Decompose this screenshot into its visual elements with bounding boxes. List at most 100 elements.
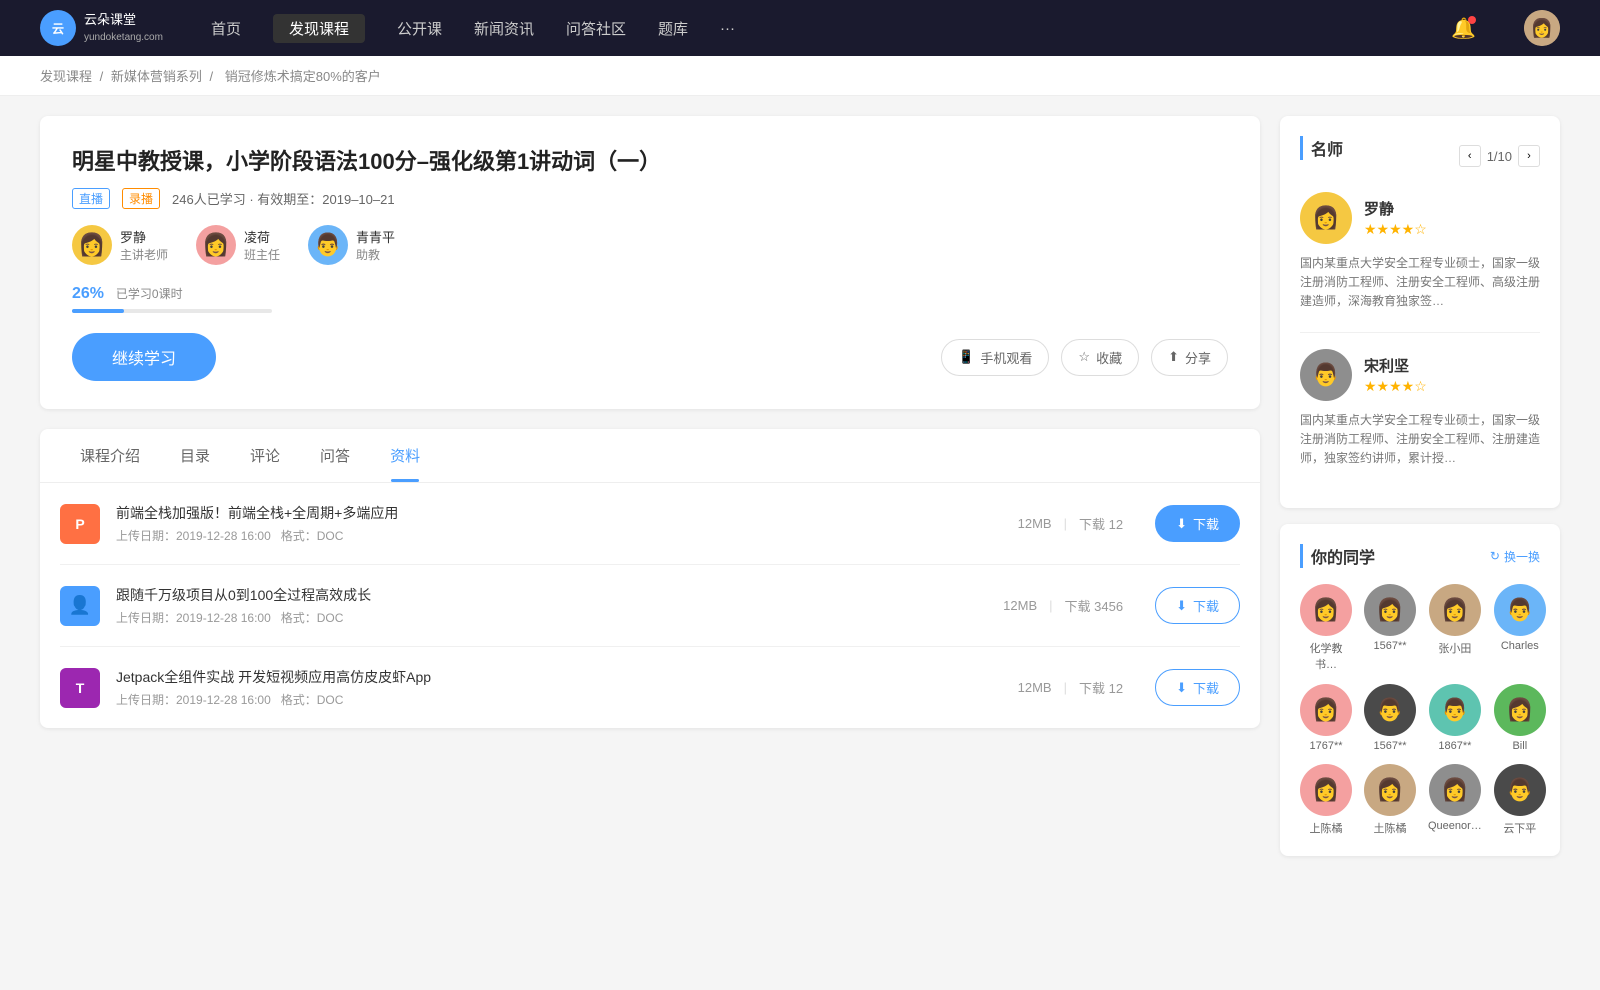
refresh-students-button[interactable]: ↻ 换一换 bbox=[1490, 548, 1540, 565]
student-avatar-2: 👩 bbox=[1364, 584, 1416, 636]
resource-name-1: 前端全栈加强版！前端全栈+全周期+多端应用 bbox=[116, 503, 1002, 523]
student-name-12: 云下平 bbox=[1503, 820, 1536, 836]
resource-meta-3: 上传日期：2019-12-28 16:00 格式：DOC bbox=[116, 691, 1002, 708]
navbar: 云 云朵课堂yundoketang.com 首页 发现课程 公开课 新闻资讯 问… bbox=[0, 0, 1600, 56]
notification-bell[interactable]: 🔔 bbox=[1451, 16, 1476, 41]
teacher-role-3: 助教 bbox=[356, 246, 395, 263]
teacher-2: 👩 凌荷 班主任 bbox=[196, 225, 280, 265]
tab-intro[interactable]: 课程介绍 bbox=[60, 429, 160, 482]
teacher-page: 1/10 bbox=[1487, 149, 1512, 164]
download-button-1[interactable]: ⬇ 下载 bbox=[1155, 505, 1240, 542]
student-avatar-8: 👩 bbox=[1494, 684, 1546, 736]
sidebar-teacher-name-1: 罗静 bbox=[1364, 198, 1427, 219]
students-header: 你的同学 ↻ 换一换 bbox=[1300, 544, 1540, 568]
resource-item-3: T Jetpack全组件实战 开发短视频应用高仿皮皮虾App 上传日期：2019… bbox=[60, 647, 1240, 728]
next-teacher-button[interactable]: › bbox=[1518, 145, 1540, 167]
logo[interactable]: 云 云朵课堂yundoketang.com bbox=[40, 10, 163, 46]
teacher-name-3: 青青平 bbox=[356, 227, 395, 246]
download-icon-2: ⬇ bbox=[1176, 598, 1187, 614]
student-avatar-3: 👩 bbox=[1429, 584, 1481, 636]
share-button[interactable]: ⬆ 分享 bbox=[1151, 339, 1228, 376]
user-avatar[interactable]: 👩 bbox=[1524, 10, 1560, 46]
sidebar-teacher-1: 👩 罗静 ★★★★☆ 国内某重点大学安全工程专业硕士，国家一级注册消防工程师、注… bbox=[1300, 192, 1540, 312]
nav-news[interactable]: 新闻资讯 bbox=[474, 14, 534, 43]
student-avatar-10: 👩 bbox=[1364, 764, 1416, 816]
student-item-11: 👩 Queenor… bbox=[1428, 764, 1482, 836]
teachers: 👩 罗静 主讲老师 👩 凌荷 班主任 bbox=[72, 225, 1228, 265]
mobile-view-button[interactable]: 📱 手机观看 bbox=[941, 339, 1049, 376]
students-grid-wrapper: 👩 化学教书… 👩 1567** 👩 张小田 👨 Charles bbox=[1300, 584, 1540, 836]
sidebar-teacher-avatar-2: 👨 bbox=[1300, 349, 1352, 401]
resource-item: P 前端全栈加强版！前端全栈+全周期+多端应用 上传日期：2019-12-28 … bbox=[60, 483, 1240, 565]
sidebar-teacher-stars-2: ★★★★☆ bbox=[1364, 378, 1427, 395]
student-name-3: 张小田 bbox=[1438, 640, 1471, 656]
resource-stats-3: 12MB | 下载 12 bbox=[1018, 678, 1123, 697]
tab-catalog[interactable]: 目录 bbox=[160, 429, 230, 482]
student-item-6: 👨 1567** bbox=[1364, 684, 1416, 752]
students-sidebar-card: 你的同学 ↻ 换一换 👩 化学教书… 👩 1567** bbox=[1280, 524, 1560, 856]
continue-button[interactable]: 继续学习 bbox=[72, 333, 216, 381]
teacher-avatar-1: 👩 bbox=[72, 225, 112, 265]
tab-resource[interactable]: 资料 bbox=[370, 429, 440, 482]
download-label-3: 下载 bbox=[1193, 678, 1219, 697]
resource-meta-1: 上传日期：2019-12-28 16:00 格式：DOC bbox=[116, 527, 1002, 544]
resource-name-3: Jetpack全组件实战 开发短视频应用高仿皮皮虾App bbox=[116, 667, 1002, 687]
download-icon-3: ⬇ bbox=[1176, 680, 1187, 696]
sidebar-teacher-2: 👨 宋利坚 ★★★★☆ 国内某重点大学安全工程专业硕士，国家一级注册消防工程师、… bbox=[1300, 349, 1540, 469]
badge-live: 直播 bbox=[72, 188, 110, 209]
student-item-10: 👩 土陈橘 bbox=[1364, 764, 1416, 836]
student-name-9: 上陈橘 bbox=[1310, 820, 1343, 836]
download-button-3[interactable]: ⬇ 下载 bbox=[1155, 669, 1240, 706]
teacher-name-2: 凌荷 bbox=[244, 227, 280, 246]
prev-teacher-button[interactable]: ‹ bbox=[1459, 145, 1481, 167]
breadcrumb-current: 销冠修炼术搞定80%的客户 bbox=[225, 69, 381, 84]
tabs-header: 课程介绍 目录 评论 问答 资料 bbox=[40, 429, 1260, 483]
download-button-2[interactable]: ⬇ 下载 bbox=[1155, 587, 1240, 624]
collect-label: 收藏 bbox=[1096, 348, 1122, 367]
course-meta: 直播 录播 246人已学习 · 有效期至：2019–10–21 bbox=[72, 188, 1228, 209]
logo-icon: 云 bbox=[40, 10, 76, 46]
student-avatar-6: 👨 bbox=[1364, 684, 1416, 736]
sidebar-teacher-stars-1: ★★★★☆ bbox=[1364, 221, 1427, 238]
course-stats: 246人已学习 · 有效期至：2019–10–21 bbox=[172, 189, 395, 208]
teacher-role-2: 班主任 bbox=[244, 246, 280, 263]
student-item-9: 👩 上陈橘 bbox=[1300, 764, 1352, 836]
breadcrumb: 发现课程 / 新媒体营销系列 / 销冠修炼术搞定80%的客户 bbox=[0, 56, 1600, 96]
progress-section: 26% 已学习0课时 bbox=[72, 285, 1228, 313]
student-item-3: 👩 张小田 bbox=[1428, 584, 1482, 672]
teacher-name-1: 罗静 bbox=[120, 227, 168, 246]
sidebar: 名师 ‹ 1/10 › 👩 罗静 ★★★★☆ bbox=[1280, 116, 1560, 872]
student-name-1: 化学教书… bbox=[1300, 640, 1352, 672]
nav-more[interactable]: ··· bbox=[720, 16, 735, 41]
student-name-4: Charles bbox=[1501, 640, 1539, 652]
student-name-7: 1867** bbox=[1438, 740, 1471, 752]
sidebar-teacher-name-2: 宋利坚 bbox=[1364, 355, 1427, 376]
breadcrumb-discover[interactable]: 发现课程 bbox=[40, 69, 92, 84]
student-name-11: Queenor… bbox=[1428, 820, 1482, 832]
tab-review[interactable]: 评论 bbox=[230, 429, 300, 482]
resource-icon-1: P bbox=[60, 504, 100, 544]
teacher-3: 👨 青青平 助教 bbox=[308, 225, 395, 265]
resource-icon-2: 👤 bbox=[60, 586, 100, 626]
tabs-card: 课程介绍 目录 评论 问答 资料 P 前端全栈加强版！前端全栈+全周期+多端应用… bbox=[40, 429, 1260, 728]
resource-stats-1: 12MB | 下载 12 bbox=[1018, 514, 1123, 533]
nav-home[interactable]: 首页 bbox=[211, 14, 241, 43]
nav-qa[interactable]: 问答社区 bbox=[566, 14, 626, 43]
student-item-7: 👨 1867** bbox=[1428, 684, 1482, 752]
download-label-2: 下载 bbox=[1193, 596, 1219, 615]
collect-icon: ☆ bbox=[1078, 349, 1090, 365]
resource-meta-2: 上传日期：2019-12-28 16:00 格式：DOC bbox=[116, 609, 987, 626]
nav-quiz[interactable]: 题库 bbox=[658, 14, 688, 43]
resource-list: P 前端全栈加强版！前端全栈+全周期+多端应用 上传日期：2019-12-28 … bbox=[40, 483, 1260, 728]
teachers-sidebar-title: 名师 bbox=[1300, 136, 1343, 160]
resource-icon-3: T bbox=[60, 668, 100, 708]
nav-open[interactable]: 公开课 bbox=[397, 14, 442, 43]
nav-discover[interactable]: 发现课程 bbox=[273, 14, 365, 43]
students-grid: 👩 化学教书… 👩 1567** 👩 张小田 👨 Charles bbox=[1300, 584, 1540, 836]
tab-qa[interactable]: 问答 bbox=[300, 429, 370, 482]
teacher-1: 👩 罗静 主讲老师 bbox=[72, 225, 168, 265]
share-icon: ⬆ bbox=[1168, 349, 1179, 365]
collect-button[interactable]: ☆ 收藏 bbox=[1061, 339, 1139, 376]
course-actions: 继续学习 📱 手机观看 ☆ 收藏 ⬆ 分享 bbox=[72, 333, 1228, 381]
breadcrumb-series[interactable]: 新媒体营销系列 bbox=[111, 69, 202, 84]
